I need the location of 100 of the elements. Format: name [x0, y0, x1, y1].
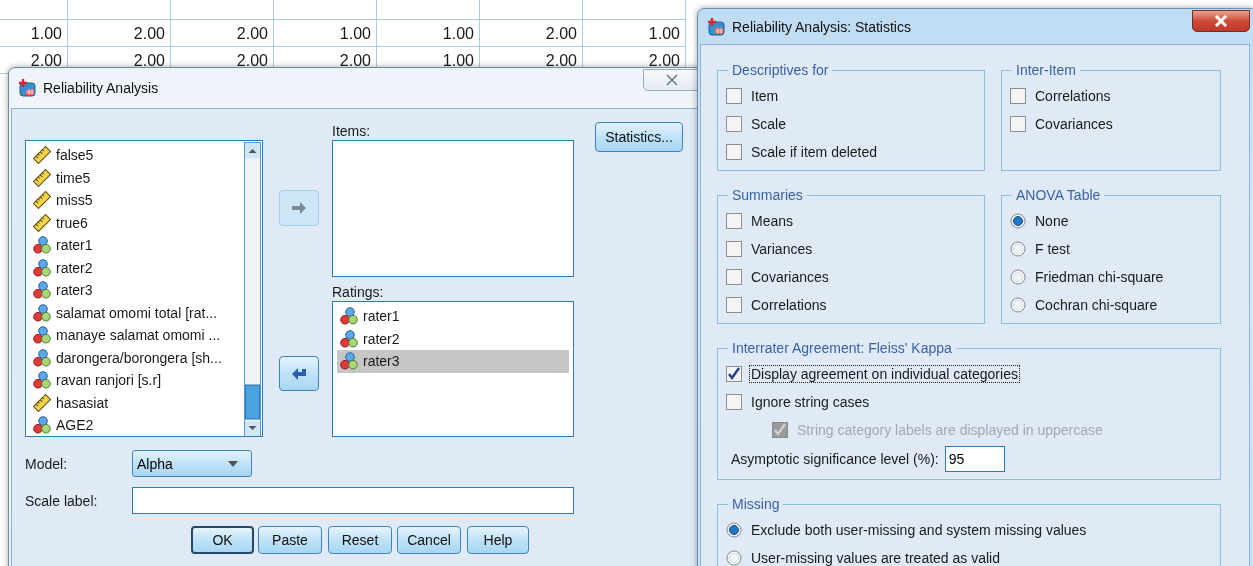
table-cell-text: 2.00 — [338, 51, 372, 71]
option-label: Item — [750, 88, 780, 104]
nominal-icon — [33, 281, 51, 300]
group-title: ANOVA Table — [1015, 187, 1102, 203]
table-cell-text: 1.00 — [338, 24, 372, 44]
nominal-icon — [33, 348, 51, 367]
model-dropdown[interactable]: Alpha — [132, 450, 252, 477]
checkbox[interactable] — [726, 366, 742, 382]
option-label: Correlations — [750, 297, 828, 313]
variable-name[interactable]: AGE2 — [56, 417, 94, 434]
dialog-button[interactable]: Paste — [258, 526, 322, 554]
option-label: Correlations — [1034, 88, 1112, 104]
move-button[interactable] — [279, 356, 319, 391]
dialog-button[interactable]: Help — [467, 526, 529, 554]
nominal-icon — [33, 416, 51, 435]
checkbox[interactable] — [726, 116, 742, 132]
group-title: Interrater Agreement: Fleiss' Kappa — [731, 340, 953, 356]
radio-button[interactable] — [1010, 241, 1026, 257]
significance-field[interactable]: 95 — [944, 446, 1005, 472]
checkbox[interactable] — [726, 269, 742, 285]
table-cell-text: 2.00 — [132, 24, 166, 44]
variable-name[interactable]: salamat omomi total [rat... — [56, 304, 218, 321]
field-label: Scale label: — [25, 492, 99, 509]
close-button[interactable] — [1192, 10, 1250, 32]
window-title: Reliability Analysis — [43, 80, 159, 96]
variable-name[interactable]: manaye salamat omomi ... — [56, 327, 221, 344]
option-label: String category labels are displayed in uppercase — [796, 421, 1104, 438]
variable-name[interactable]: rater1 — [56, 237, 93, 254]
group-title: Descriptives for — [731, 62, 830, 78]
variable-name[interactable]: rater2 — [56, 259, 93, 276]
table-cell-text: 2.00 — [544, 51, 578, 71]
dialog-button[interactable]: Reset — [328, 526, 392, 554]
nominal-icon — [33, 326, 51, 345]
option-label: Scale if item deleted — [750, 144, 879, 160]
checkbox[interactable] — [726, 144, 742, 160]
table-cell-text: 2.00 — [544, 24, 578, 44]
variable-name[interactable]: hasasiat — [56, 394, 109, 411]
variable-name[interactable]: miss5 — [56, 192, 93, 209]
option-label: Covariances — [1034, 116, 1114, 132]
table-cell-text: 2.00 — [235, 51, 269, 71]
scale-label-field[interactable] — [132, 487, 574, 514]
checkbox[interactable] — [726, 394, 742, 410]
nominal-icon — [33, 258, 51, 277]
close-icon — [1214, 15, 1228, 27]
nominal-icon — [340, 329, 358, 348]
list-item[interactable]: rater3 — [337, 350, 569, 373]
table-cell-text: 2.00 — [647, 51, 681, 71]
items-list[interactable] — [332, 140, 574, 277]
table-cell-text: 1.00 — [441, 51, 475, 71]
group-title: Missing — [731, 496, 781, 512]
caret-icon — [227, 459, 239, 468]
checkbox[interactable] — [726, 88, 742, 104]
variable-list[interactable]: false5 time5 miss5 true6 rater1 rater2 rater3 salamat omomi total [rat... manaye salamat omomi ... darongera/borongera [sh... ravan ranjori [s.r] hasasiat AGE2 — [25, 140, 263, 437]
option-label: Friedman chi-square — [1034, 269, 1165, 285]
checkbox[interactable] — [726, 241, 742, 257]
option-label: Cochran chi-square — [1034, 297, 1159, 313]
checkbox[interactable] — [726, 213, 742, 229]
radio-button[interactable] — [726, 550, 742, 566]
variable-name[interactable]: true6 — [56, 214, 88, 231]
option-label: Display agreement on individual categories — [750, 366, 1019, 382]
radio-button[interactable] — [726, 522, 742, 538]
checkbox[interactable] — [1010, 116, 1026, 132]
nominal-icon — [340, 307, 358, 326]
nominal-icon — [33, 303, 51, 322]
field-label: Asymptotic significance level (%): — [731, 451, 939, 467]
variable-name[interactable]: ravan ranjori [s.r] — [56, 372, 162, 389]
table-cell-text: 2.00 — [132, 51, 166, 71]
option-label: Means — [750, 213, 795, 229]
radio-button[interactable] — [1010, 213, 1026, 229]
dialog-button[interactable]: Cancel — [397, 526, 461, 554]
scrollbar[interactable] — [244, 142, 261, 436]
nominal-icon — [340, 352, 358, 371]
table-cell-text: 1.00 — [29, 24, 63, 44]
list-item[interactable]: rater2 — [337, 327, 569, 350]
dialog-button[interactable]: OK — [191, 526, 254, 554]
checkbox[interactable] — [726, 297, 742, 313]
window-title: Reliability Analysis: Statistics — [732, 18, 911, 35]
variable-name[interactable]: darongera/borongera [sh... — [56, 349, 222, 366]
option-label: Scale — [750, 116, 788, 132]
ratings-list[interactable]: rater1 rater2 rater3 — [332, 301, 574, 437]
variable-name[interactable]: time5 — [56, 169, 91, 186]
table-cell-text: 1.00 — [647, 24, 681, 44]
app-icon — [706, 16, 726, 37]
group-title: Summaries — [731, 187, 804, 203]
radio-button[interactable] — [1010, 269, 1026, 285]
option-label: User-missing values are treated as valid — [750, 550, 1001, 566]
table-cell-text: 1.00 — [441, 24, 475, 44]
nominal-icon — [33, 236, 51, 255]
nominal-icon — [33, 371, 51, 390]
table-cell-text: 2.00 — [235, 24, 269, 44]
statistics-button[interactable]: Statistics... — [595, 122, 683, 152]
checkbox[interactable] — [1010, 88, 1026, 104]
option-label: Exclude both user-missing and system missing values — [750, 522, 1088, 538]
list-item[interactable]: rater1 — [337, 305, 569, 328]
variable-name[interactable]: rater3 — [56, 282, 93, 299]
table-cell-text: 2.00 — [29, 51, 63, 71]
variable-name[interactable]: false5 — [56, 147, 94, 164]
option-label: Covariances — [750, 269, 830, 285]
close-icon — [665, 74, 679, 86]
radio-button[interactable] — [1010, 297, 1026, 313]
